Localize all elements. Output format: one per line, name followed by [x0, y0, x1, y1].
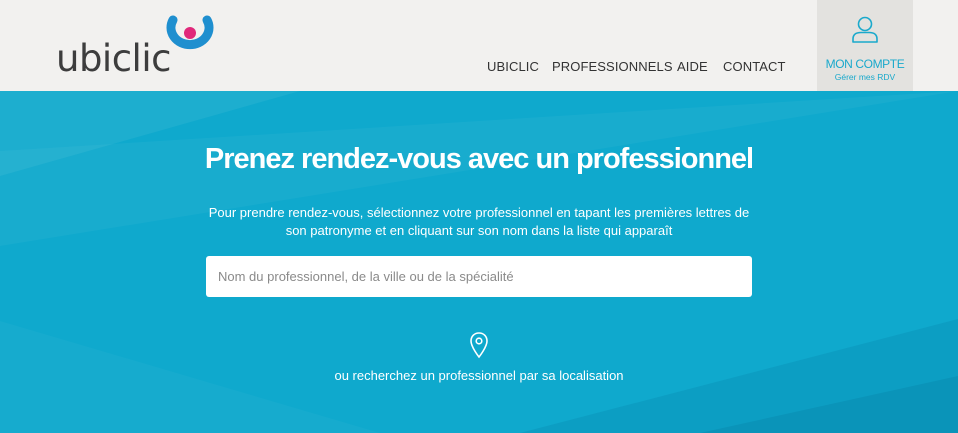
account-button[interactable]: MON COMPTE Gérer mes RDV: [817, 0, 913, 91]
nav-professionnels[interactable]: PROFESSIONNELS: [552, 58, 673, 76]
account-title: MON COMPTE: [825, 57, 905, 71]
account-subtitle: Gérer mes RDV: [834, 72, 896, 82]
map-pin-icon[interactable]: [469, 331, 489, 359]
hero-description: Pour prendre rendez-vous, sélectionnez v…: [208, 205, 750, 238]
logo-mark-icon: [166, 15, 214, 50]
hero-section: Prenez rendez-vous avec un professionnel…: [0, 91, 958, 433]
logo-wordmark: ubiclic: [56, 37, 171, 80]
user-icon: [852, 16, 878, 43]
professional-search-input[interactable]: [206, 256, 752, 297]
ubiclic-logo[interactable]: ubiclic: [56, 14, 226, 80]
page-title: Prenez rendez-vous avec un professionnel: [204, 143, 754, 175]
site-header: ubiclic UBICLIC PROFESSIONNELS AIDE CONT…: [0, 0, 958, 91]
location-search-link[interactable]: ou recherchez un professionnel par sa lo…: [0, 367, 958, 385]
nav-ubiclic[interactable]: UBICLIC: [487, 58, 539, 76]
nav-aide[interactable]: AIDE: [677, 58, 708, 76]
nav-contact[interactable]: CONTACT: [723, 58, 786, 76]
